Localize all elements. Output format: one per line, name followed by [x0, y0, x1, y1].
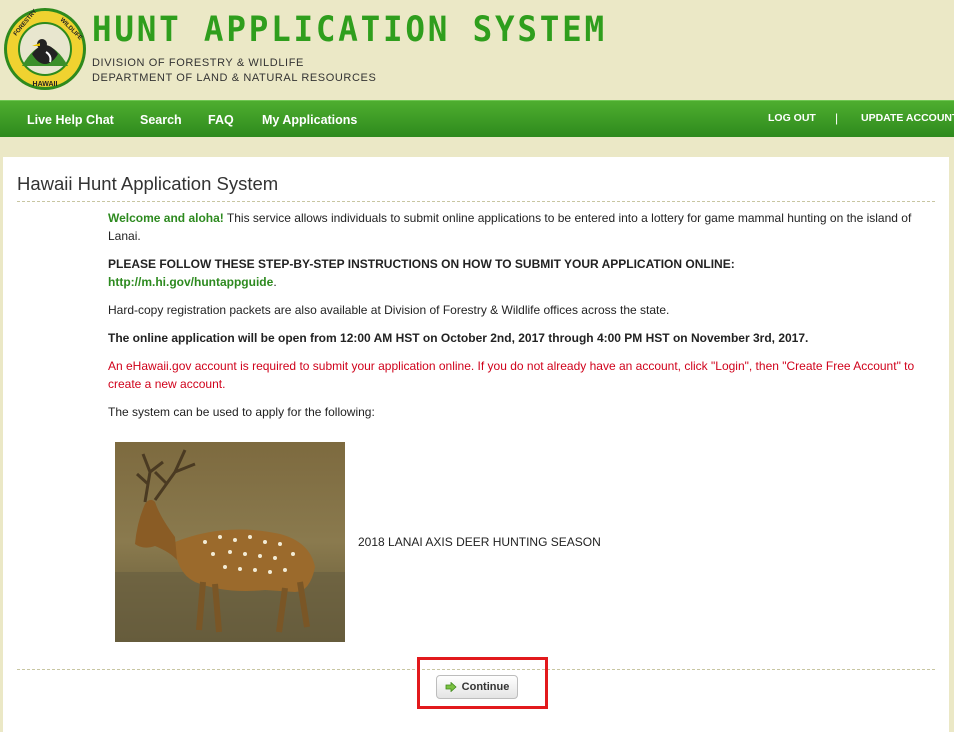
nav-update-account[interactable]: UPDATE ACCOUNT: [861, 112, 954, 124]
site-header: HAWAII FORESTRY WILDLIFE HUNT APPLICATIO…: [0, 0, 954, 100]
content-panel: Hawaii Hunt Application System Welcome a…: [3, 157, 949, 732]
intro-text: Welcome and aloha! This service allows i…: [108, 209, 931, 431]
intro-text-body: This service allows individuals to submi…: [108, 211, 912, 243]
site-title: HUNT APPLICATION SYSTEM: [92, 10, 607, 50]
system-use-text: The system can be used to apply for the …: [108, 405, 375, 419]
main-navigation: Live Help Chat Search FAQ My Application…: [0, 100, 954, 137]
nav-faq[interactable]: FAQ: [208, 113, 234, 127]
guide-link-suffix: .: [273, 275, 277, 289]
hunting-season-label: 2018 LANAI AXIS DEER HUNTING SEASON: [358, 535, 601, 549]
continue-highlight-box: [417, 657, 548, 709]
forestry-wildlife-seal-logo[interactable]: HAWAII FORESTRY WILDLIFE: [2, 6, 88, 92]
welcome-paragraph: Welcome and aloha! This service allows i…: [108, 209, 931, 245]
axis-deer-photo: [115, 442, 345, 642]
title-divider: [17, 201, 935, 202]
nav-live-help-chat[interactable]: Live Help Chat: [27, 113, 114, 127]
welcome-heading: Welcome and aloha!: [108, 211, 224, 225]
nav-my-applications[interactable]: My Applications: [262, 113, 357, 127]
account-notice: An eHawaii.gov account is required to su…: [108, 359, 915, 391]
department-name: DEPARTMENT OF LAND & NATURAL RESOURCES: [92, 72, 377, 84]
page-title: Hawaii Hunt Application System: [17, 173, 279, 194]
guide-link[interactable]: http://m.hi.gov/huntappguide: [108, 275, 273, 289]
division-name: DIVISION OF FORESTRY & WILDLIFE: [92, 57, 304, 69]
nav-search[interactable]: Search: [140, 113, 182, 127]
open-dates-text: The online application will be open from…: [108, 331, 809, 345]
svg-text:HAWAII: HAWAII: [33, 81, 58, 88]
hardcopy-text: Hard-copy registration packets are also …: [108, 303, 670, 317]
nav-separator: |: [835, 111, 839, 125]
instructions-heading: PLEASE FOLLOW THESE STEP-BY-STEP INSTRUC…: [108, 257, 735, 271]
nav-log-out[interactable]: LOG OUT: [768, 112, 816, 124]
instructions-paragraph: PLEASE FOLLOW THESE STEP-BY-STEP INSTRUC…: [108, 255, 931, 291]
